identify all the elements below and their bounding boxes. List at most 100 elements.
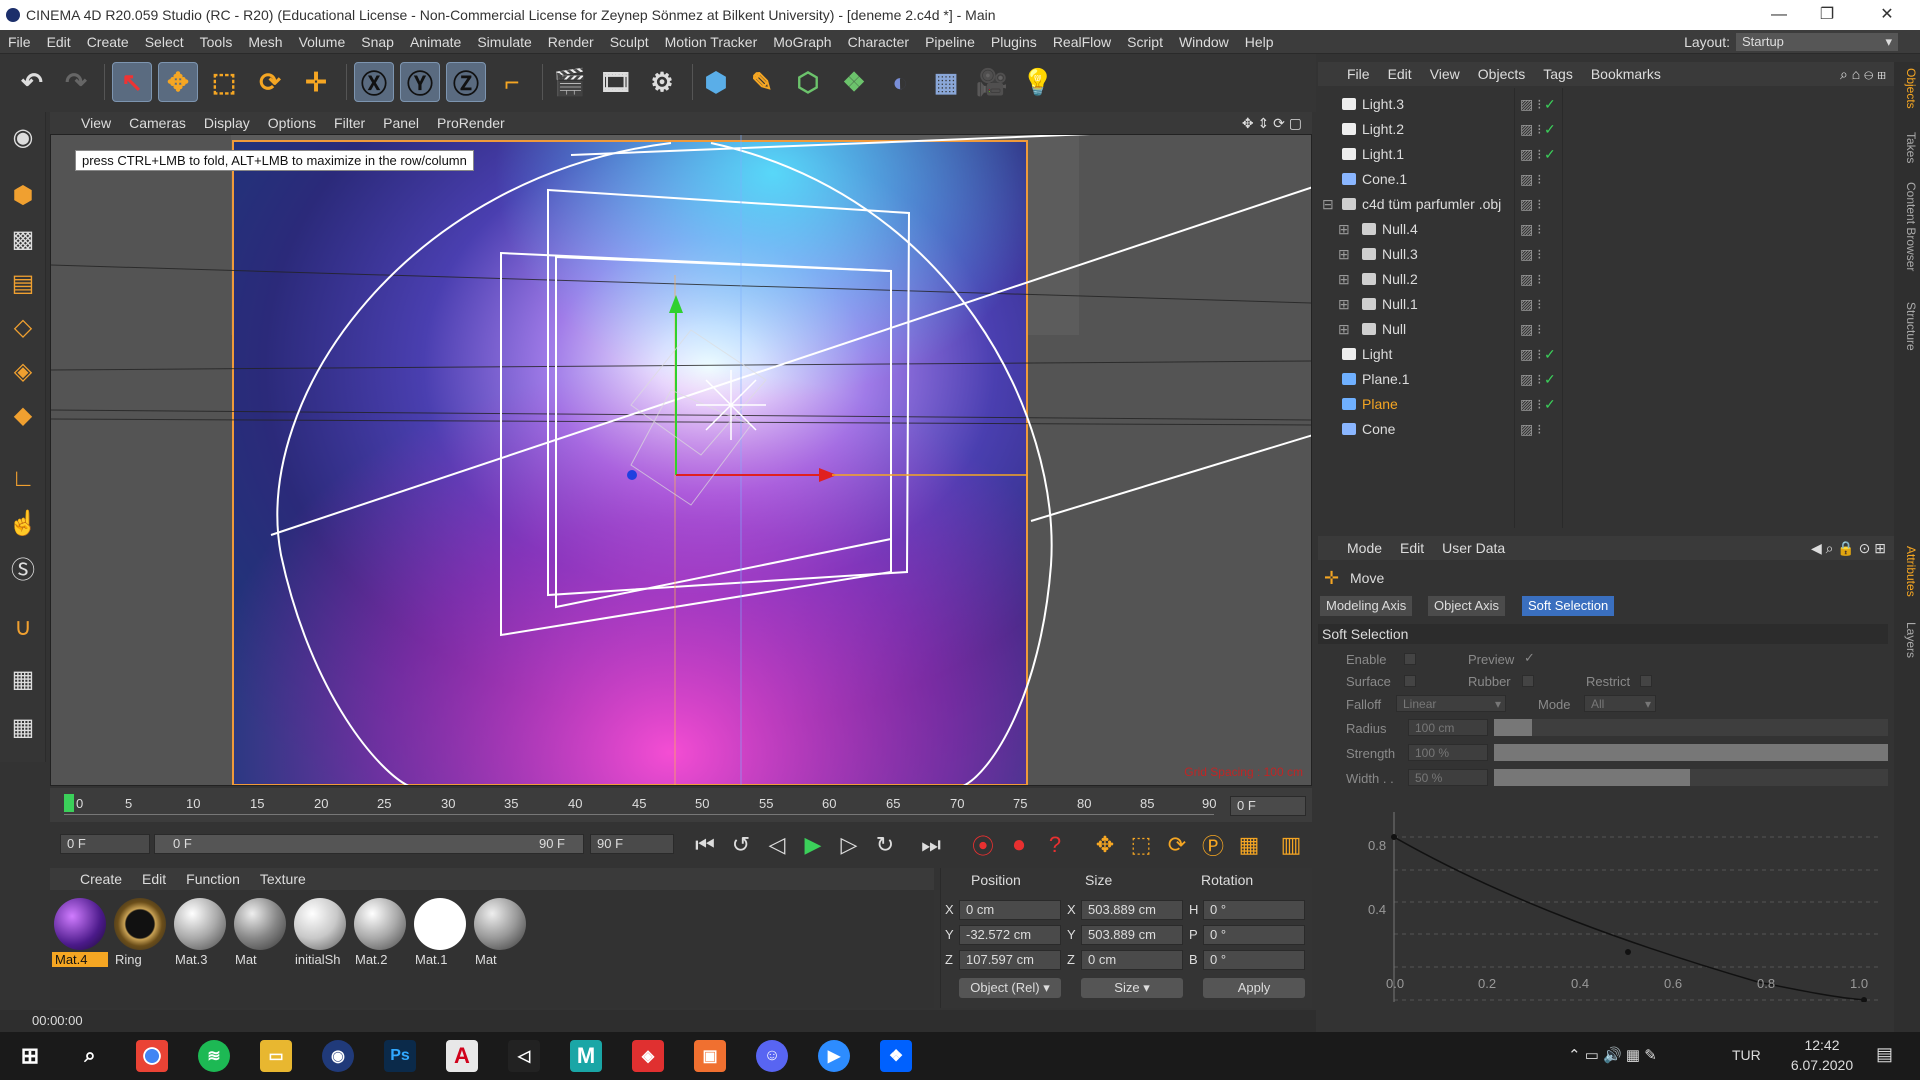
- key-scale-icon[interactable]: ⬚: [1126, 830, 1156, 860]
- attribute-manager-tool-icons[interactable]: ◀ ⌕ 🔒 ⊙ ⊞: [1811, 536, 1886, 560]
- light-bulb-icon[interactable]: 💡: [1018, 62, 1058, 102]
- strength-field[interactable]: 100 %: [1408, 744, 1488, 761]
- move-tool-icon[interactable]: ✥: [158, 62, 198, 102]
- edges-mode-icon[interactable]: ◈: [4, 352, 42, 390]
- visibility-toggle-icon[interactable]: ▨ ⁝: [1520, 267, 1542, 292]
- preview-checkbox[interactable]: ✓: [1524, 650, 1535, 666]
- tab-attributes[interactable]: Attributes: [1896, 546, 1918, 597]
- next-frame-icon[interactable]: ▷: [834, 830, 864, 860]
- radius-slider[interactable]: [1494, 719, 1888, 736]
- objects-menu-objects[interactable]: Objects: [1469, 62, 1534, 86]
- objects-menu-view[interactable]: View: [1421, 62, 1469, 86]
- keyframe-selection-icon[interactable]: ?: [1040, 830, 1070, 860]
- size-x-field[interactable]: 503.889 cm: [1081, 900, 1183, 920]
- position-x-field[interactable]: 0 cm: [959, 900, 1061, 920]
- playhead-marker[interactable]: [64, 794, 74, 812]
- strength-slider[interactable]: [1494, 744, 1888, 761]
- menu-render[interactable]: Render: [540, 30, 602, 54]
- coordinate-system-icon[interactable]: ⌐: [492, 62, 532, 102]
- tab-takes[interactable]: Takes: [1896, 132, 1918, 163]
- rotation-h-field[interactable]: 0 °: [1203, 900, 1305, 920]
- objects-menu-file[interactable]: File: [1338, 62, 1379, 86]
- x-axis-lock-icon[interactable]: Ⓧ: [354, 62, 394, 102]
- attributes-menu-mode[interactable]: Mode: [1338, 536, 1391, 560]
- object-row[interactable]: Plane.1 ▨ ⁝ ✓: [1318, 367, 1894, 392]
- previous-key-icon[interactable]: ↺: [726, 830, 756, 860]
- menu-mesh[interactable]: Mesh: [240, 30, 290, 54]
- grid-snap-icon[interactable]: ▦: [4, 708, 42, 746]
- close-button[interactable]: ✕: [1864, 0, 1910, 30]
- enabled-check-icon[interactable]: ✓: [1544, 392, 1556, 417]
- width-field[interactable]: 50 %: [1408, 769, 1488, 786]
- points-mode-icon[interactable]: ◇: [4, 308, 42, 346]
- objects-menu-tags[interactable]: Tags: [1534, 62, 1582, 86]
- object-row[interactable]: ⊞ Null.3 ▨ ⁝: [1318, 242, 1894, 267]
- material-menu-texture[interactable]: Texture: [250, 868, 316, 890]
- rotate-tool-icon[interactable]: ⟳: [250, 62, 290, 102]
- falloff-dropdown[interactable]: Linear ▾: [1396, 695, 1506, 712]
- expand-icon[interactable]: ⊞: [1338, 242, 1350, 267]
- material-swatch[interactable]: Mat: [472, 896, 528, 974]
- menu-file[interactable]: File: [0, 30, 39, 54]
- enabled-check-icon[interactable]: ✓: [1544, 367, 1556, 392]
- snap-magnet-icon[interactable]: ∪: [4, 608, 42, 646]
- y-axis-lock-icon[interactable]: Ⓨ: [400, 62, 440, 102]
- expand-icon[interactable]: ⊞: [1338, 292, 1350, 317]
- workplane-lock-icon[interactable]: ▦: [4, 660, 42, 698]
- viewport-menu-filter[interactable]: Filter: [325, 112, 374, 134]
- object-row[interactable]: ⊞ Null ▨ ⁝: [1318, 317, 1894, 342]
- model-mode-icon[interactable]: ⬢: [4, 176, 42, 214]
- menu-plugins[interactable]: Plugins: [983, 30, 1045, 54]
- attributes-menu-user-data[interactable]: User Data: [1433, 536, 1514, 560]
- cinema4d-icon[interactable]: ◉: [322, 1040, 354, 1072]
- layout-dropdown[interactable]: Startup ▾: [1736, 33, 1898, 51]
- tab-content-browser[interactable]: Content Browser: [1896, 182, 1918, 271]
- tab-object-axis[interactable]: Object Axis: [1428, 596, 1506, 616]
- subdivision-icon[interactable]: ⬡: [788, 62, 828, 102]
- expand-icon[interactable]: ⊞: [1338, 217, 1350, 242]
- menu-snap[interactable]: Snap: [353, 30, 402, 54]
- windows-start-icon[interactable]: ⊞: [14, 1040, 46, 1072]
- rotation-p-field[interactable]: 0 °: [1203, 925, 1305, 945]
- file-explorer-icon[interactable]: ▭: [260, 1040, 292, 1072]
- key-parameter-icon[interactable]: Ⓟ: [1198, 830, 1228, 860]
- object-row[interactable]: Cone ▨ ⁝: [1318, 417, 1894, 442]
- viewport-menu-panel[interactable]: Panel: [374, 112, 428, 134]
- object-row[interactable]: Light ▨ ⁝ ✓: [1318, 342, 1894, 367]
- end-frame-field[interactable]: 90 F: [590, 834, 674, 854]
- enabled-check-icon[interactable]: ✓: [1544, 117, 1556, 142]
- material-menu-edit[interactable]: Edit: [132, 868, 176, 890]
- object-row[interactable]: Light.3 ▨ ⁝ ✓: [1318, 92, 1894, 117]
- position-y-field[interactable]: -32.572 cm: [959, 925, 1061, 945]
- system-tray-icons[interactable]: ⌃ ▭ 🔊 ▦ ✎: [1568, 1046, 1657, 1064]
- visibility-toggle-icon[interactable]: ▨ ⁝: [1520, 217, 1542, 242]
- apply-button[interactable]: Apply: [1203, 978, 1305, 998]
- visibility-toggle-icon[interactable]: ▨ ⁝: [1520, 242, 1542, 267]
- recent-tool-icon[interactable]: ✛: [296, 62, 336, 102]
- render-picture-viewer-icon[interactable]: 🎞: [596, 62, 636, 102]
- dropbox-icon[interactable]: ❖: [880, 1040, 912, 1072]
- input-language[interactable]: TUR: [1732, 1047, 1761, 1063]
- render-view-icon[interactable]: 🎬: [550, 62, 590, 102]
- visibility-toggle-icon[interactable]: ▨ ⁝: [1520, 392, 1542, 417]
- undo-icon[interactable]: ↶: [12, 62, 52, 102]
- notifications-icon[interactable]: ▤: [1876, 1044, 1893, 1065]
- material-swatch[interactable]: Mat.2: [352, 896, 408, 974]
- width-slider[interactable]: [1494, 769, 1888, 786]
- menu-window[interactable]: Window: [1171, 30, 1237, 54]
- play-icon[interactable]: ▶: [798, 830, 828, 860]
- menu-pipeline[interactable]: Pipeline: [917, 30, 983, 54]
- object-manager-tool-icons[interactable]: ⌕ ⌂ ⊖ ⊞: [1840, 62, 1886, 86]
- size-mode-dropdown[interactable]: Size ▾: [1081, 978, 1183, 998]
- falloff-graph[interactable]: [1358, 792, 1888, 1002]
- photoshop-icon[interactable]: Ps: [384, 1040, 416, 1072]
- objects-menu-bookmarks[interactable]: Bookmarks: [1582, 62, 1670, 86]
- mode-dropdown[interactable]: All ▾: [1584, 695, 1656, 712]
- spotify-icon[interactable]: ≋: [198, 1040, 230, 1072]
- discord-icon[interactable]: ☺: [756, 1040, 788, 1072]
- workplane-icon[interactable]: ▤: [4, 264, 42, 302]
- key-position-icon[interactable]: ✥: [1090, 830, 1120, 860]
- rotation-b-field[interactable]: 0 °: [1203, 950, 1305, 970]
- coordinate-mode-dropdown[interactable]: Object (Rel) ▾: [959, 978, 1061, 998]
- redo-icon[interactable]: ↷: [56, 62, 96, 102]
